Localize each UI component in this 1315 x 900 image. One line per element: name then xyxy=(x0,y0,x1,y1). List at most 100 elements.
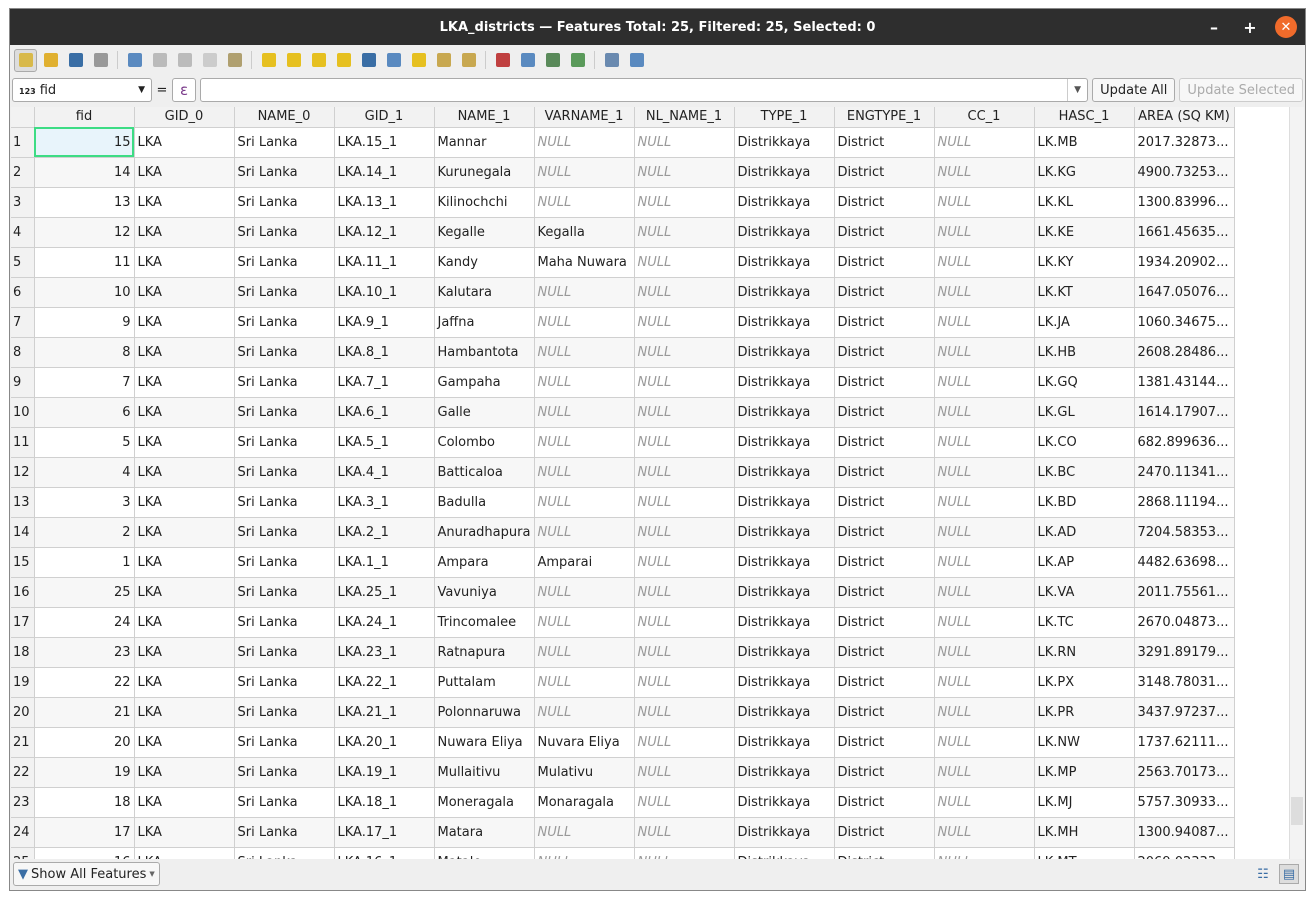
table-cell[interactable]: Matara xyxy=(434,817,535,848)
table-row[interactable]: 6 10 LKA Sri Lanka LKA.10_1 Kalutara NULL NULL D… xyxy=(11,277,1235,308)
table-cell[interactable]: Hambantota xyxy=(434,337,535,368)
table-cell[interactable]: LKA xyxy=(134,757,235,788)
table-cell[interactable]: NULL xyxy=(634,157,735,188)
conditional-formatting-button[interactable] xyxy=(541,49,564,72)
chevron-down-icon[interactable]: ▼ xyxy=(1067,79,1087,101)
row-number[interactable]: 13 xyxy=(11,487,35,518)
column-header[interactable]: fid xyxy=(34,107,135,128)
row-number[interactable]: 18 xyxy=(11,637,35,668)
row-number[interactable]: 16 xyxy=(11,577,35,608)
table-cell[interactable]: Distrikkaya xyxy=(734,277,835,308)
row-number[interactable]: 19 xyxy=(11,667,35,698)
table-cell[interactable]: Sri Lanka xyxy=(234,697,335,728)
pan-to-selected-button[interactable] xyxy=(407,49,430,72)
table-cell[interactable]: Distrikkaya xyxy=(734,217,835,248)
table-cell[interactable]: Trincomalee xyxy=(434,607,535,638)
table-cell[interactable]: LKA xyxy=(134,637,235,668)
table-row[interactable]: 11 5 LKA Sri Lanka LKA.5_1 Colombo NULL NULL Dis… xyxy=(11,427,1235,458)
row-number[interactable]: 3 xyxy=(11,187,35,218)
table-cell[interactable]: Galle xyxy=(434,397,535,428)
delete-selected-button[interactable] xyxy=(148,49,171,72)
add-feature-button[interactable] xyxy=(123,49,146,72)
table-cell[interactable]: LKA.10_1 xyxy=(334,277,435,308)
table-row[interactable]: 15 1 LKA Sri Lanka LKA.1_1 Ampara Amparai NULL D… xyxy=(11,547,1235,578)
table-cell[interactable]: Kegalla xyxy=(534,217,635,248)
table-cell[interactable]: NULL xyxy=(634,667,735,698)
table-cell[interactable]: District xyxy=(834,757,935,788)
table-cell[interactable]: District xyxy=(834,337,935,368)
table-cell[interactable]: Batticaloa xyxy=(434,457,535,488)
table-cell[interactable]: NULL xyxy=(934,217,1035,248)
maximize-button[interactable]: + xyxy=(1239,16,1261,38)
table-cell[interactable]: Colombo xyxy=(434,427,535,458)
table-cell[interactable]: LK.MH xyxy=(1034,817,1135,848)
table-row[interactable]: 20 21 LKA Sri Lanka LKA.21_1 Polonnaruwa NULL N… xyxy=(11,697,1235,728)
table-cell[interactable]: 22 xyxy=(34,667,135,698)
table-cell[interactable]: Vavuniya xyxy=(434,577,535,608)
toggle-editing-button[interactable] xyxy=(14,48,37,72)
table-cell[interactable]: Distrikkaya xyxy=(734,427,835,458)
table-cell[interactable]: LKA.6_1 xyxy=(334,397,435,428)
table-cell[interactable]: 1381.43144... xyxy=(1134,367,1235,398)
table-cell[interactable]: NULL xyxy=(534,277,635,308)
table-cell[interactable]: Sri Lanka xyxy=(234,157,335,188)
table-cell[interactable]: 6 xyxy=(34,397,135,428)
column-header[interactable]: HASC_1 xyxy=(1034,107,1135,128)
table-cell[interactable]: LKA.4_1 xyxy=(334,457,435,488)
table-cell[interactable]: LK.BD xyxy=(1034,487,1135,518)
table-cell[interactable]: District xyxy=(834,457,935,488)
table-cell[interactable]: NULL xyxy=(634,397,735,428)
table-cell[interactable]: NULL xyxy=(534,367,635,398)
actions-button[interactable] xyxy=(625,49,648,72)
table-cell[interactable]: NULL xyxy=(634,817,735,848)
expression-input[interactable]: ▼ xyxy=(200,78,1089,102)
table-cell[interactable]: Sri Lanka xyxy=(234,187,335,218)
close-button[interactable]: ✕ xyxy=(1275,16,1297,38)
table-cell[interactable]: 1661.45635... xyxy=(1134,217,1235,248)
row-number[interactable]: 2 xyxy=(11,157,35,188)
table-cell[interactable]: LK.TC xyxy=(1034,607,1135,638)
organize-columns-button[interactable] xyxy=(600,49,623,72)
table-cell[interactable]: Mulativu xyxy=(534,757,635,788)
table-cell[interactable]: LKA.7_1 xyxy=(334,367,435,398)
table-cell[interactable]: Distrikkaya xyxy=(734,727,835,758)
row-number[interactable]: 22 xyxy=(11,757,35,788)
table-cell[interactable]: LKA.18_1 xyxy=(334,787,435,818)
table-row[interactable]: 19 22 LKA Sri Lanka LKA.22_1 Puttalam NULL NULL… xyxy=(11,667,1235,698)
table-cell[interactable]: NULL xyxy=(934,787,1035,818)
table-cell[interactable]: NULL xyxy=(634,727,735,758)
corner-header[interactable] xyxy=(11,107,35,128)
table-cell[interactable]: Distrikkaya xyxy=(734,187,835,218)
table-cell[interactable]: LKA xyxy=(134,457,235,488)
table-cell[interactable]: Sri Lanka xyxy=(234,637,335,668)
row-number[interactable]: 8 xyxy=(11,337,35,368)
table-cell[interactable]: Sri Lanka xyxy=(234,517,335,548)
table-cell[interactable]: 2011.75561... xyxy=(1134,577,1235,608)
table-cell[interactable]: Distrikkaya xyxy=(734,517,835,548)
column-header[interactable]: NAME_0 xyxy=(234,107,335,128)
select-by-expression-button[interactable] xyxy=(257,49,280,72)
table-cell[interactable]: NULL xyxy=(934,157,1035,188)
table-row[interactable]: 18 23 LKA Sri Lanka LKA.23_1 Ratnapura NULL NUL… xyxy=(11,637,1235,668)
table-cell[interactable]: Jaffna xyxy=(434,307,535,338)
table-cell[interactable]: 13 xyxy=(34,187,135,218)
table-cell[interactable]: 4 xyxy=(34,457,135,488)
row-number[interactable]: 17 xyxy=(11,607,35,638)
table-cell[interactable]: Polonnaruwa xyxy=(434,697,535,728)
table-cell[interactable]: LKA.13_1 xyxy=(334,187,435,218)
table-cell[interactable]: District xyxy=(834,427,935,458)
table-cell[interactable]: LK.BC xyxy=(1034,457,1135,488)
table-cell[interactable]: LK.MJ xyxy=(1034,787,1135,818)
table-cell[interactable]: LK.GL xyxy=(1034,397,1135,428)
table-cell[interactable]: District xyxy=(834,247,935,278)
table-cell[interactable]: NULL xyxy=(634,517,735,548)
table-cell[interactable]: 2670.04873... xyxy=(1134,607,1235,638)
table-cell[interactable]: NULL xyxy=(934,367,1035,398)
table-cell[interactable]: NULL xyxy=(534,157,635,188)
table-cell[interactable]: Distrikkaya xyxy=(734,247,835,278)
column-header[interactable]: VARNAME_1 xyxy=(534,107,635,128)
table-cell[interactable]: LKA.23_1 xyxy=(334,637,435,668)
field-calculator-button[interactable] xyxy=(516,49,539,72)
table-cell[interactable]: LK.PR xyxy=(1034,697,1135,728)
table-row[interactable]: 9 7 LKA Sri Lanka LKA.7_1 Gampaha NULL NULL Dist… xyxy=(11,367,1235,398)
